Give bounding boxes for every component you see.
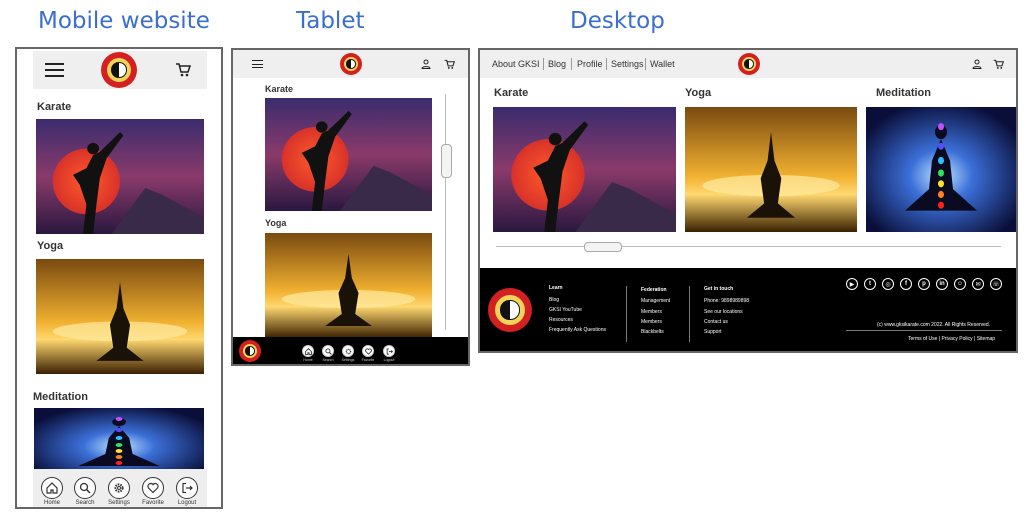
copyright-text: (c) www.gksikarate.com 2022. All Rights … — [877, 322, 991, 328]
footer-link[interactable]: Contact us — [704, 319, 728, 325]
facebook-icon[interactable]: f — [900, 278, 912, 290]
tablet-scroll-thumb[interactable] — [441, 144, 452, 178]
menu-wallet[interactable]: Wallet — [650, 59, 675, 69]
pinterest-icon[interactable]: p — [918, 278, 930, 290]
mobile-section-yoga: Yoga — [37, 240, 64, 252]
nav-logout-label: Logout — [383, 358, 395, 362]
nav-favorite[interactable] — [142, 477, 164, 499]
menu-divider — [606, 58, 607, 70]
footer-link[interactable]: Blog — [549, 297, 559, 303]
nav-favorite-label: Favorite — [361, 358, 375, 362]
desktop-yoga-image[interactable] — [685, 107, 857, 232]
nav-settings[interactable] — [108, 477, 130, 499]
logo[interactable] — [340, 53, 362, 75]
desktop-scroll-track[interactable] — [496, 246, 1001, 247]
hamburger-menu-icon[interactable] — [252, 60, 263, 68]
footer-link[interactable]: Management — [641, 298, 670, 304]
footer-col3-title: Get in touch — [704, 286, 734, 292]
snapchat-icon[interactable]: ☺ — [954, 278, 966, 290]
nav-favorite[interactable] — [362, 345, 374, 357]
mobile-karate-image[interactable] — [36, 119, 204, 234]
cart-icon[interactable] — [992, 58, 1004, 70]
desktop-section-yoga: Yoga — [685, 87, 712, 99]
tablet-frame: Karate Yoga Home Search Settings Favorit… — [231, 48, 470, 366]
caption-desktop: Desktop — [570, 8, 665, 34]
hamburger-menu-icon[interactable] — [45, 63, 64, 77]
caption-mobile: Mobile website — [38, 8, 210, 34]
nav-logout-label: Logout — [177, 500, 197, 506]
desktop-section-karate: Karate — [494, 87, 529, 99]
mobile-bottom-nav: Home Search Settings Favorite Logout — [33, 469, 207, 507]
footer-link[interactable]: Blackbelts — [641, 329, 664, 335]
footer-link[interactable]: Members — [641, 319, 662, 325]
tablet-karate-image[interactable] — [265, 98, 432, 211]
user-icon[interactable] — [971, 58, 983, 70]
menu-divider — [645, 58, 646, 70]
instagram-icon[interactable]: ◎ — [882, 278, 894, 290]
youtube-icon[interactable]: ▶ — [846, 278, 858, 290]
nav-settings[interactable] — [342, 345, 354, 357]
desktop-section-meditation: Meditation — [876, 87, 931, 99]
menu-about[interactable]: About GKSI — [492, 59, 540, 69]
footer-link[interactable]: Phone: 9898989898 — [704, 298, 749, 304]
tablet-section-karate: Karate — [265, 84, 294, 94]
logo[interactable] — [101, 52, 137, 88]
caption-tablet: Tablet — [296, 8, 365, 34]
menu-profile[interactable]: Profile — [577, 59, 603, 69]
tablet-scroll-track[interactable] — [445, 94, 446, 330]
footer-hr — [846, 330, 1002, 331]
menu-divider — [543, 58, 544, 70]
mobile-meditation-image[interactable] — [34, 408, 204, 478]
footer-divider — [626, 286, 627, 342]
desktop-header: About GKSI Blog Profile Settings Wallet — [480, 50, 1016, 78]
menu-divider — [571, 58, 572, 70]
desktop-footer: Learn Blog GKSI YouTube Resources Freque… — [480, 268, 1016, 351]
twitter-icon[interactable]: t — [864, 278, 876, 290]
phone-icon[interactable]: ☏ — [990, 278, 1002, 290]
mobile-frame: Karate Yoga Meditation Home Search Setti… — [15, 47, 223, 509]
nav-logout[interactable] — [383, 345, 395, 357]
desktop-meditation-image[interactable] — [866, 107, 1016, 232]
footer-link[interactable]: Resources — [549, 317, 573, 323]
footer-col1-title: Learn — [549, 285, 563, 291]
footer-link[interactable]: See our locations — [704, 309, 743, 315]
desktop-karate-image[interactable] — [493, 107, 676, 232]
menu-blog[interactable]: Blog — [548, 59, 566, 69]
mobile-section-karate: Karate — [37, 101, 72, 113]
tablet-header — [233, 50, 468, 78]
footer-logo[interactable] — [488, 288, 532, 332]
footer-link[interactable]: Support — [704, 329, 722, 335]
footer-divider — [689, 286, 690, 342]
footer-link[interactable]: GKSI YouTube — [549, 307, 582, 313]
logo[interactable] — [738, 53, 760, 75]
footer-link[interactable]: Members — [641, 309, 662, 315]
nav-logout[interactable] — [176, 477, 198, 499]
footer-col2-title: Federation — [641, 287, 667, 293]
tablet-yoga-image[interactable] — [265, 233, 432, 338]
nav-home[interactable] — [302, 345, 314, 357]
tablet-section-yoga: Yoga — [265, 218, 287, 228]
nav-search[interactable] — [74, 477, 96, 499]
nav-search-label: Search — [322, 358, 334, 362]
user-icon[interactable] — [420, 58, 432, 70]
desktop-frame: About GKSI Blog Profile Settings Wallet … — [478, 48, 1018, 353]
mobile-header — [33, 51, 207, 89]
tablet-bottom-bar: Home Search Settings Favorite Logout — [233, 337, 468, 364]
footer-logo[interactable] — [239, 340, 261, 362]
nav-home[interactable] — [41, 477, 63, 499]
mobile-yoga-image[interactable] — [36, 259, 204, 374]
nav-search[interactable] — [322, 345, 334, 357]
nav-home-label: Home — [303, 358, 313, 362]
linkedin-icon[interactable]: in — [936, 278, 948, 290]
footer-link[interactable]: Frequently Ask Questions — [549, 327, 606, 333]
cart-icon[interactable] — [174, 61, 192, 79]
desktop-scroll-thumb[interactable] — [584, 242, 622, 252]
nav-settings-label: Settings — [341, 358, 355, 362]
cart-icon[interactable] — [443, 58, 455, 70]
mobile-section-meditation: Meditation — [33, 391, 88, 403]
menu-settings[interactable]: Settings — [611, 59, 644, 69]
email-icon[interactable]: ✉ — [972, 278, 984, 290]
legal-links[interactable]: Terms of Use | Privacy Policy | Sitemap — [908, 336, 995, 342]
